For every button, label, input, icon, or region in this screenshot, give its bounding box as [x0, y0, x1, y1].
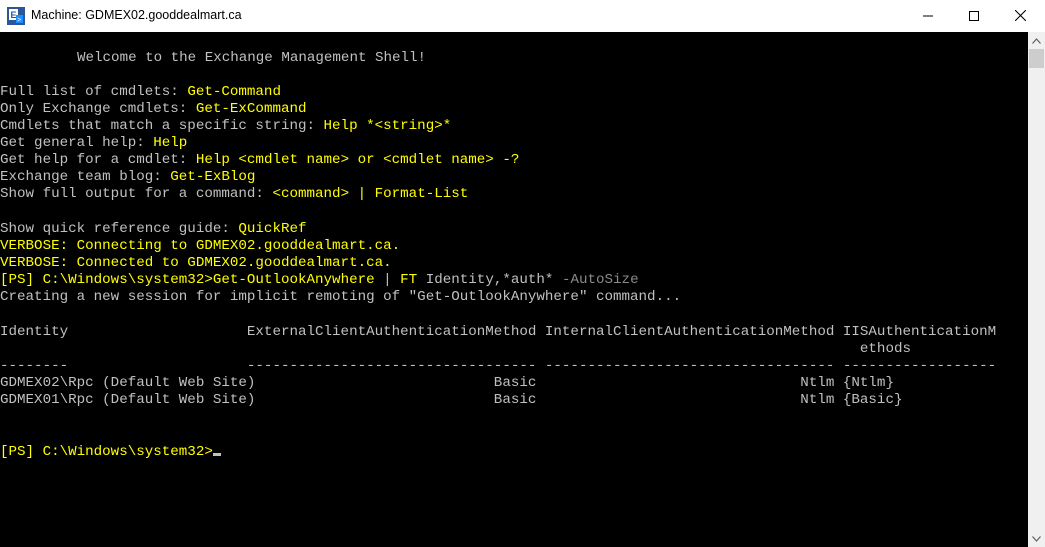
table-separator: -------- -------------------------------…: [0, 358, 997, 374]
close-button[interactable]: [997, 0, 1043, 31]
minimize-icon: [923, 15, 933, 16]
svg-text:E: E: [11, 10, 17, 20]
table-row: GDMEX02\Rpc (Default Web Site) Basic Ntl…: [0, 375, 894, 391]
verbose-line: VERBOSE: Connecting to GDMEX02.gooddealm…: [0, 238, 401, 254]
help-command: Help: [153, 135, 188, 151]
help-command: <command> | Format-List: [272, 186, 469, 202]
minimize-button[interactable]: [905, 0, 951, 31]
help-label: Exchange team blog:: [0, 169, 171, 185]
console-output[interactable]: Welcome to the Exchange Management Shell…: [0, 32, 1028, 547]
ps-prompt: [PS] C:\Windows\system32>: [0, 272, 213, 288]
close-icon: [1014, 10, 1026, 21]
window-titlebar[interactable]: E > Machine: GDMEX02.gooddealmart.ca: [0, 0, 1045, 32]
quickref-line: Show quick reference guide: QuickRef: [0, 221, 307, 238]
ps-prompt: [PS] C:\Windows\system32>: [0, 444, 213, 460]
table-row: GDMEX01\Rpc (Default Web Site) Basic Ntl…: [0, 392, 903, 408]
help-line: Get general help: Help: [0, 135, 187, 152]
text-cursor: [212, 453, 221, 456]
table-header-wrap: ethods: [0, 341, 911, 357]
svg-text:>: >: [17, 17, 21, 25]
exchange-shell-icon: E >: [7, 7, 25, 25]
help-label: Cmdlets that match a specific string:: [0, 118, 324, 134]
verbose-line: VERBOSE: Connected to GDMEX02.gooddealma…: [0, 255, 392, 271]
help-line: Full list of cmdlets: Get-Command: [0, 84, 281, 101]
help-command: Help <cmdlet name> or <cmdlet name> -?: [195, 152, 520, 168]
help-line: Exchange team blog: Get-ExBlog: [0, 169, 255, 186]
help-label: Get general help:: [0, 135, 154, 151]
scroll-up-icon: [1032, 37, 1041, 44]
command-cmdlet: Get-OutlookAnywhere: [212, 272, 375, 288]
maximize-icon: [969, 10, 979, 21]
help-label: Only Exchange cmdlets:: [0, 101, 196, 117]
scroll-up-button[interactable]: [1028, 32, 1045, 49]
command-ft: FT: [400, 272, 418, 288]
help-line: Get help for a cmdlet: Help <cmdlet name…: [0, 152, 519, 169]
quickref-command: QuickRef: [238, 221, 307, 237]
help-label: Show full output for a command:: [0, 186, 273, 202]
help-label: Get help for a cmdlet:: [0, 152, 196, 168]
quickref-label: Show quick reference guide:: [0, 221, 239, 237]
help-line: Show full output for a command: <command…: [0, 186, 468, 203]
command-pipe: |: [374, 272, 401, 288]
scroll-thumb[interactable]: [1029, 49, 1044, 68]
command-args: Identity,*auth*: [417, 272, 562, 288]
help-command: Get-ExCommand: [195, 101, 307, 117]
vertical-scrollbar[interactable]: [1028, 32, 1045, 547]
help-line: Only Exchange cmdlets: Get-ExCommand: [0, 101, 307, 118]
window-title: Machine: GDMEX02.gooddealmart.ca: [31, 8, 242, 22]
help-command: Get-Command: [187, 84, 281, 100]
command-param: -AutoSize: [561, 272, 639, 288]
help-line: Cmdlets that match a specific string: He…: [0, 118, 451, 135]
help-command: Get-ExBlog: [170, 169, 256, 185]
command-line: [PS] C:\Windows\system32>Get-OutlookAnyw…: [0, 272, 639, 289]
help-command: Help *<string>*: [323, 118, 452, 134]
welcome-message: Welcome to the Exchange Management Shell…: [77, 50, 427, 66]
maximize-button[interactable]: [951, 0, 997, 31]
help-label: Full list of cmdlets:: [0, 84, 188, 100]
scroll-down-icon: [1032, 535, 1041, 542]
scroll-down-button[interactable]: [1028, 530, 1045, 547]
final-prompt-line[interactable]: [PS] C:\Windows\system32>: [0, 444, 221, 461]
table-header: Identity ExternalClientAuthenticationMet…: [0, 324, 997, 340]
session-message: Creating a new session for implicit remo…: [0, 289, 682, 305]
